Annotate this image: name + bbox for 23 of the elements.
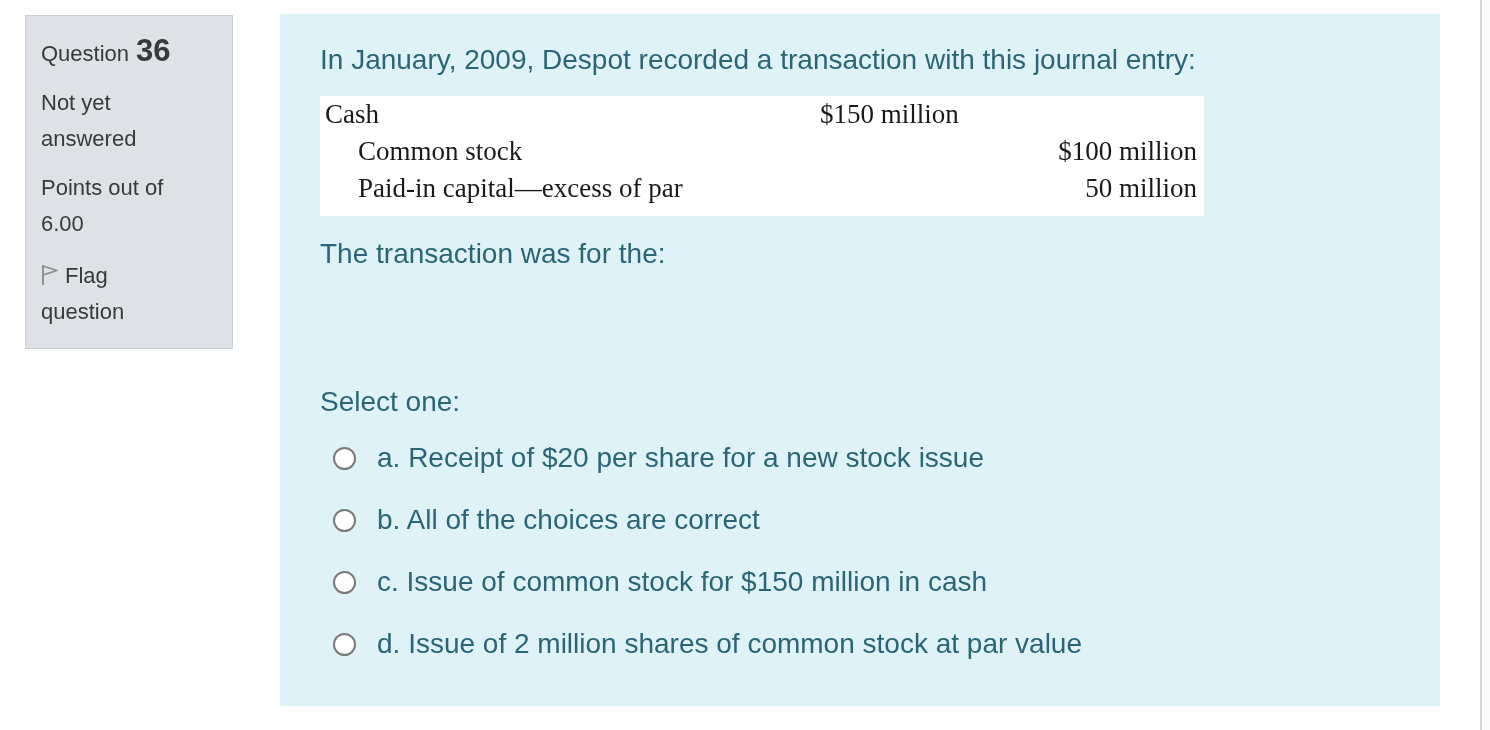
debit-amount: $150 million	[820, 98, 960, 131]
select-one-label: Select one:	[320, 385, 462, 419]
flag-icon	[41, 264, 59, 286]
question-text: In January, 2009, Despot recorded a transaction with this journal entry:	[320, 43, 1197, 77]
radio-button[interactable]	[333, 508, 356, 532]
question-number: 36	[136, 33, 171, 69]
flag-question-link[interactable]: Flag question	[41, 258, 184, 330]
credit-amount: 50 million	[1084, 172, 1197, 205]
question-label: Question	[41, 40, 130, 68]
answer-status: Not yet answered	[41, 89, 138, 153]
account-name: Cash	[325, 98, 380, 131]
answer-option[interactable]: c. Issue of common stock for $150 million in cash	[377, 564, 988, 600]
radio-button[interactable]	[333, 632, 356, 656]
question-prompt: The transaction was for the:	[320, 237, 667, 271]
points-text: Points out of 6.00	[41, 174, 165, 238]
account-name: Paid-in capital—excess of par	[357, 172, 684, 205]
answer-option[interactable]: d. Issue of 2 million shares of common stock at par value	[377, 626, 1082, 662]
account-name: Common stock	[357, 135, 524, 168]
answer-option[interactable]: b. All of the choices are correct	[377, 502, 760, 538]
radio-button[interactable]	[333, 446, 356, 470]
credit-amount: $100 million	[1057, 135, 1197, 168]
radio-button[interactable]	[333, 570, 356, 594]
answer-option[interactable]: a. Receipt of $20 per share for a new stock issue	[377, 440, 984, 476]
